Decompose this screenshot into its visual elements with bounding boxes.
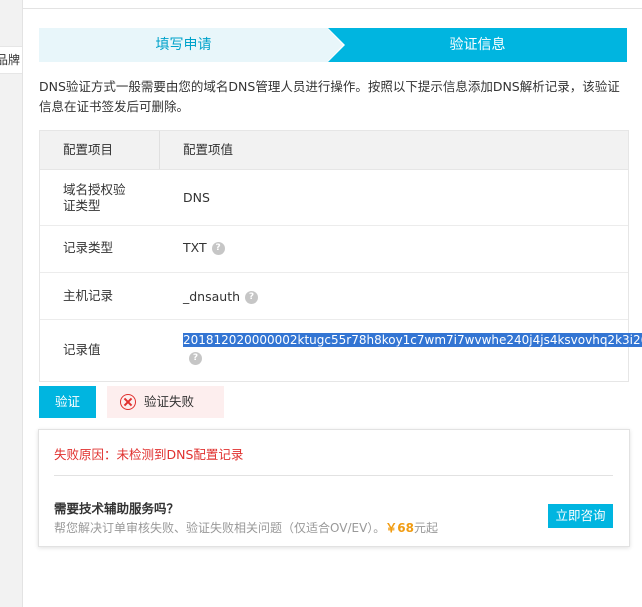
- row-value-wrap: TXT?: [183, 240, 225, 255]
- step-indicator: 填写申请 验证信息: [39, 28, 627, 62]
- failure-panel: 失败原因：未检测到DNS配置记录 需要技术辅助服务吗？ 帮您解决订单审核失败、验…: [38, 429, 630, 547]
- sidebar-tab-label: 品牌: [0, 53, 20, 67]
- help-icon[interactable]: ?: [189, 352, 202, 365]
- support-description: 帮您解决订单审核失败、验证失败相关问题（仅适合OV/EV）。￥68元起: [54, 519, 438, 536]
- support-price-suffix: 元起: [413, 521, 438, 535]
- table-row: 记录类型 TXT?: [40, 226, 628, 273]
- row-value-wrap: 201812020000002ktugc55r78h8koy1c7wm7i7wv…: [183, 332, 642, 365]
- row-key: 记录类型: [63, 240, 114, 255]
- failure-reason: 失败原因：未检测到DNS配置记录: [54, 447, 244, 462]
- step-verify-info: 验证信息: [327, 28, 627, 62]
- table-row: 域名授权验证类型 DNS: [40, 170, 628, 226]
- help-icon[interactable]: ?: [211, 242, 225, 255]
- verify-failed-label: 验证失败: [144, 394, 195, 409]
- row-key: 记录值: [63, 342, 101, 357]
- left-sidebar-strip: 品牌: [0, 0, 23, 607]
- consult-now-button[interactable]: 立即咨询: [548, 504, 613, 528]
- support-price: ￥68: [385, 521, 414, 535]
- support-question: 需要技术辅助服务吗？: [54, 501, 180, 516]
- column-header-item: 配置项目: [63, 142, 114, 157]
- column-separator: [159, 131, 160, 169]
- step-label: 填写申请: [155, 37, 212, 53]
- verify-button[interactable]: 验证: [39, 386, 96, 418]
- dns-config-table: 配置项目 配置项值 域名授权验证类型 DNS 记录类型 TXT? 主机记录 _d…: [39, 130, 642, 382]
- step-label: 验证信息: [449, 37, 506, 53]
- table-row: 主机记录 _dnsauth?: [40, 273, 628, 320]
- top-divider: [23, 8, 642, 9]
- support-text: 帮您解决订单审核失败、验证失败相关问题（仅适合OV/EV）。: [54, 521, 386, 535]
- table-row: 记录值 201812020000002ktugc55r78h8koy1c7wm7…: [40, 320, 642, 381]
- step-notch-inner: [327, 28, 343, 62]
- row-value: DNS: [183, 190, 210, 205]
- row-value: _dnsauth: [183, 289, 241, 304]
- row-key: 域名授权验证类型: [63, 182, 126, 213]
- row-value: TXT: [183, 240, 207, 255]
- error-circle-icon: [120, 394, 136, 410]
- row-value-wrap: _dnsauth?: [183, 289, 259, 304]
- step-fill-application: 填写申请: [39, 28, 328, 62]
- help-icon[interactable]: ?: [245, 291, 259, 304]
- panel-divider: [54, 475, 613, 476]
- dns-description: DNS验证方式一般需要由您的域名DNS管理人员进行操作。按照以下提示信息添加DN…: [39, 79, 620, 114]
- table-header: 配置项目 配置项值: [40, 131, 628, 170]
- record-value-text[interactable]: 201812020000002ktugc55r78h8koy1c7wm7i7wv…: [183, 333, 642, 347]
- column-header-value: 配置项值: [183, 142, 234, 157]
- row-key: 主机记录: [63, 288, 114, 303]
- verify-failed-status: 验证失败: [107, 386, 224, 418]
- sidebar-tab[interactable]: 品牌: [0, 46, 22, 74]
